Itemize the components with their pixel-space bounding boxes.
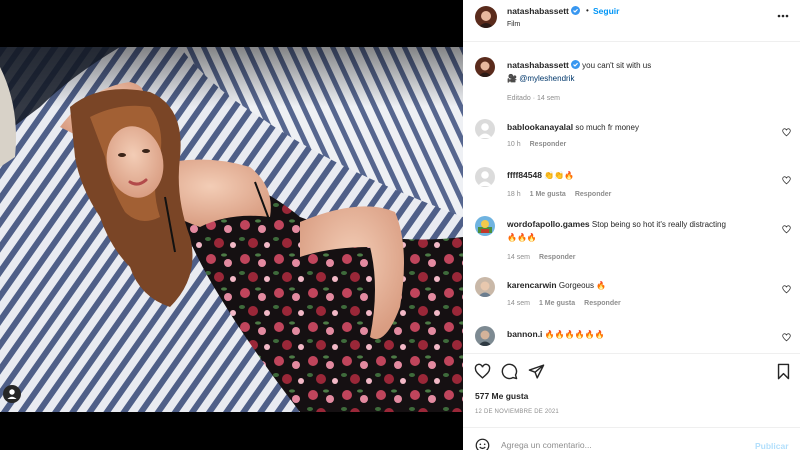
post-location[interactable]: Film [507,21,520,28]
comment-avatar[interactable] [475,216,495,236]
photo-illustration [0,47,463,412]
comment-item: wordofapollo.games Stop being so hot it'… [463,216,800,276]
comment-text-second-line: 🔥🔥🔥 [507,233,537,242]
emoji-smiley-icon[interactable] [475,438,490,450]
comment-text: 🔥🔥🔥🔥🔥🔥 [544,330,605,339]
comment-age: 18 h [507,191,521,198]
comment-item: ffff84548 👏👏🔥 18 h 1 Me gusta Responder [463,167,800,217]
publish-button[interactable]: Publicar [755,441,789,450]
post-photo[interactable] [0,47,463,412]
author-avatar[interactable] [475,6,497,28]
comment-age: 14 sem [507,300,530,307]
comment-text-line: karencarwin Gorgeous 🔥 [507,280,606,290]
follow-button[interactable]: Seguir [593,6,619,16]
comment-username[interactable]: karencarwin [507,280,557,290]
comment-item: bablookanayalal so much fr money 10 h Res… [463,119,800,169]
comment-text: Gorgeous 🔥 [558,281,607,290]
like-comment-heart-icon[interactable] [782,285,791,294]
like-comment-heart-icon[interactable] [782,128,791,137]
author-username[interactable]: natashabassett [507,6,580,16]
comment-meta: 14 sem 1 Me gusta Responder [507,300,630,307]
post-details-panel: natashabassett • Seguir Film natashabass… [463,0,800,450]
comments-feed[interactable]: natashabassett you can't sit with us 🎥 @… [463,43,800,353]
like-heart-icon[interactable] [474,363,491,380]
separator-dot: • [586,6,589,15]
comment-like-count[interactable]: 1 Me gusta [539,300,575,307]
camera-emoji: 🎥 [507,74,517,83]
caption-meta: Editado · 14 sem [507,95,560,102]
reply-button[interactable]: Responder [530,141,567,148]
comment-text: 👏👏🔥 [544,171,575,180]
more-options-icon[interactable] [776,10,790,22]
reply-button[interactable]: Responder [575,191,612,198]
comment-avatar[interactable] [475,326,495,346]
comment-age: 14 sem [507,254,530,261]
comment-text-line: bannon.i 🔥🔥🔥🔥🔥🔥 [507,329,604,339]
comment-meta: 10 h Responder [507,141,575,148]
post-header: natashabassett • Seguir Film [463,0,800,42]
post-media-area [0,0,463,450]
edited-label: Editado [507,95,531,102]
default-avatar-icon [475,167,495,187]
verified-badge-icon [570,6,580,15]
post-actions-bar [463,353,800,395]
caption-text: you can't sit with us [582,61,652,70]
comment-username[interactable]: wordofapollo.games [507,219,590,229]
comment-item: bannon.i 🔥🔥🔥🔥🔥🔥 [463,326,800,353]
comment-text: so much fr money [575,123,639,132]
user-tag-icon [3,385,21,403]
comment-username[interactable]: ffff84548 [507,170,542,180]
reply-button[interactable]: Responder [584,300,621,307]
comment-text-line: wordofapollo.games Stop being so hot it'… [507,219,726,229]
avatar-image [475,57,495,77]
verified-badge-icon [570,60,580,69]
caption-text-line: natashabassett you can't sit with us [507,60,651,70]
avatar-image [475,277,495,297]
comment-meta: 18 h 1 Me gusta Responder [507,191,620,198]
reply-button[interactable]: Responder [539,254,576,261]
like-comment-heart-icon[interactable] [782,225,791,234]
comment-age: 10 h [507,141,521,148]
like-comment-heart-icon[interactable] [782,333,791,342]
post-viewer: natashabassett • Seguir Film natashabass… [0,0,800,450]
save-bookmark-icon[interactable] [775,363,792,380]
comment-username[interactable]: bablookanayalal [507,122,573,132]
comment-avatar[interactable] [475,167,495,187]
caption-mention-link[interactable]: @myleshendrik [519,74,574,83]
caption-username[interactable]: natashabassett [507,60,569,70]
avatar-image [475,326,495,346]
caption-avatar[interactable] [475,57,495,77]
share-paper-plane-icon[interactable] [528,363,545,380]
comment-meta: 14 sem Responder [507,254,585,261]
author-username-text: natashabassett [507,6,569,16]
comment-input[interactable] [501,436,731,450]
comment-item: karencarwin Gorgeous 🔥 14 sem 1 Me gusta R… [463,277,800,327]
comment-avatar[interactable] [475,119,495,139]
comment-text-line: ffff84548 👏👏🔥 [507,170,574,180]
post-date[interactable]: 12 DE NOVIEMBRE DE 2021 [475,409,559,415]
comment-bubble-icon[interactable] [501,363,518,380]
caption-age: 14 sem [536,95,560,102]
caption-mention-line: 🎥 @myleshendrik [507,74,574,83]
comment-text: Stop being so hot it's really distractin… [591,220,726,229]
comment-username[interactable]: bannon.i [507,329,542,339]
avatar-image [475,6,497,28]
like-comment-heart-icon[interactable] [782,176,791,185]
likes-count[interactable]: 577 Me gusta [475,391,528,401]
comment-like-count[interactable]: 1 Me gusta [530,191,566,198]
default-avatar-icon [475,119,495,139]
comment-composer: Publicar [463,427,800,450]
user-tag-button[interactable] [3,385,21,403]
comment-avatar[interactable] [475,277,495,297]
comment-text-line: bablookanayalal so much fr money [507,122,639,132]
avatar-image [475,216,495,236]
